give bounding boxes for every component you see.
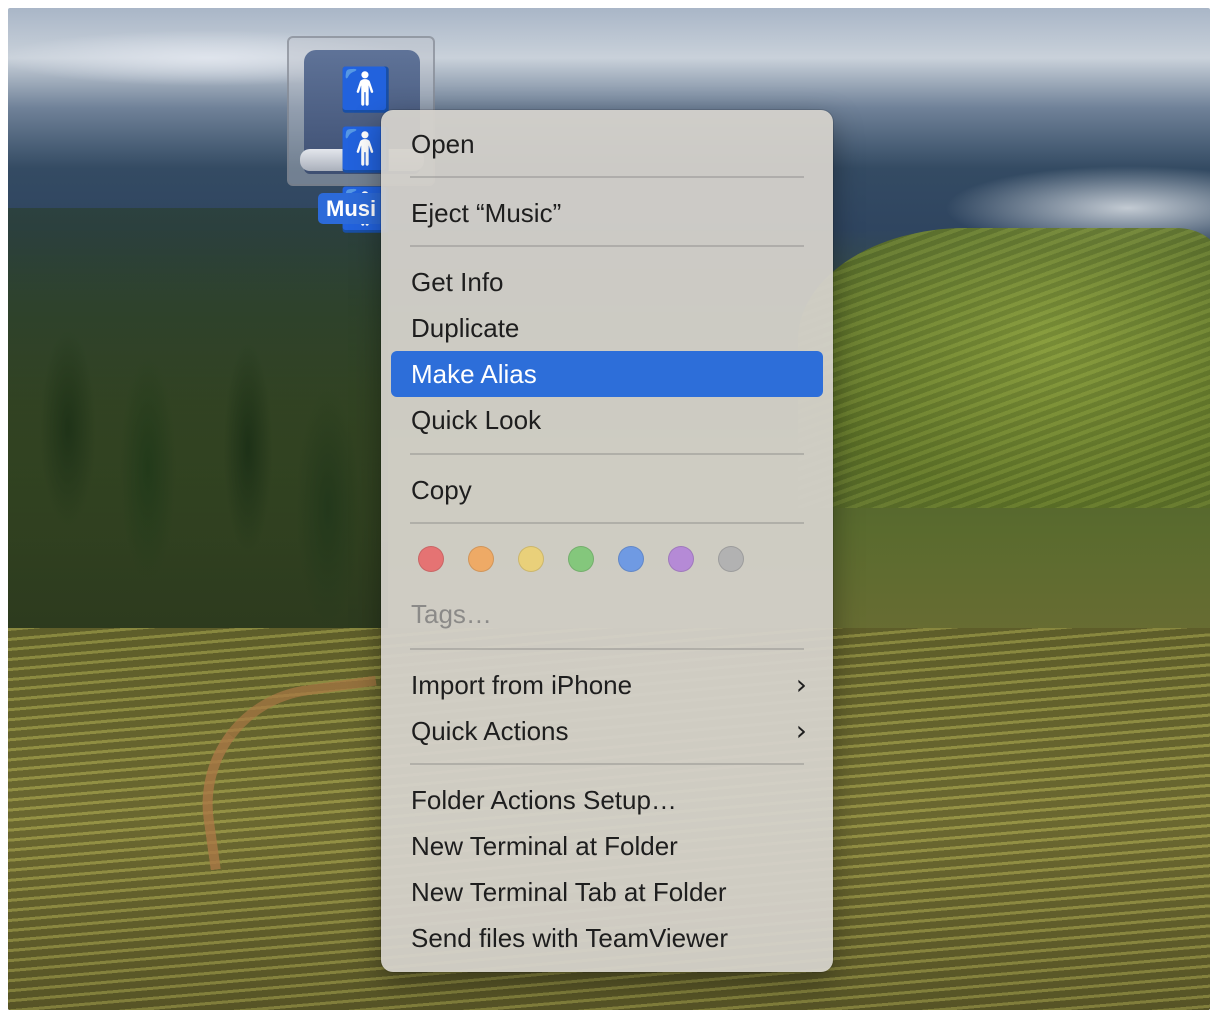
- menu-item-copy[interactable]: Copy: [391, 467, 823, 513]
- drive-label[interactable]: Musi: [318, 193, 385, 224]
- menu-item-tags[interactable]: Tags…: [391, 591, 823, 637]
- menu-separator: [410, 245, 804, 247]
- menu-item-eject[interactable]: Eject “Music”: [391, 190, 823, 236]
- tag-gray-dot[interactable]: [718, 546, 744, 572]
- tag-color-row: [418, 546, 778, 576]
- tag-purple-dot[interactable]: [668, 546, 694, 572]
- menu-separator: [410, 648, 804, 650]
- menu-item-open[interactable]: Open: [391, 121, 823, 167]
- context-menu: Open Eject “Music” Get Info Duplicate Ma…: [381, 110, 833, 972]
- menu-separator: [410, 522, 804, 524]
- chevron-right-icon: ›: [795, 668, 807, 701]
- menu-item-duplicate[interactable]: Duplicate: [391, 305, 823, 351]
- menu-separator: [410, 453, 804, 455]
- tag-green-dot[interactable]: [568, 546, 594, 572]
- menu-item-import-from-iphone[interactable]: Import from iPhone ›: [391, 662, 823, 708]
- menu-item-quick-actions[interactable]: Quick Actions ›: [391, 708, 823, 754]
- tag-blue-dot[interactable]: [618, 546, 644, 572]
- tag-yellow-dot[interactable]: [518, 546, 544, 572]
- menu-separator: [410, 763, 804, 765]
- menu-item-folder-actions-setup[interactable]: Folder Actions Setup…: [391, 777, 823, 823]
- menu-item-new-terminal-at-folder[interactable]: New Terminal at Folder: [391, 823, 823, 869]
- menu-item-quick-look[interactable]: Quick Look: [391, 397, 823, 443]
- tag-red-dot[interactable]: [418, 546, 444, 572]
- menu-separator: [410, 176, 804, 178]
- menu-item-new-terminal-tab-at-folder[interactable]: New Terminal Tab at Folder: [391, 869, 823, 915]
- menu-item-make-alias[interactable]: Make Alias: [391, 351, 823, 397]
- tag-orange-dot[interactable]: [468, 546, 494, 572]
- menu-item-send-files-teamviewer[interactable]: Send files with TeamViewer: [391, 915, 823, 961]
- vineyard-hills: [798, 228, 1210, 508]
- menu-item-get-info[interactable]: Get Info: [391, 259, 823, 305]
- chevron-right-icon: ›: [795, 714, 807, 747]
